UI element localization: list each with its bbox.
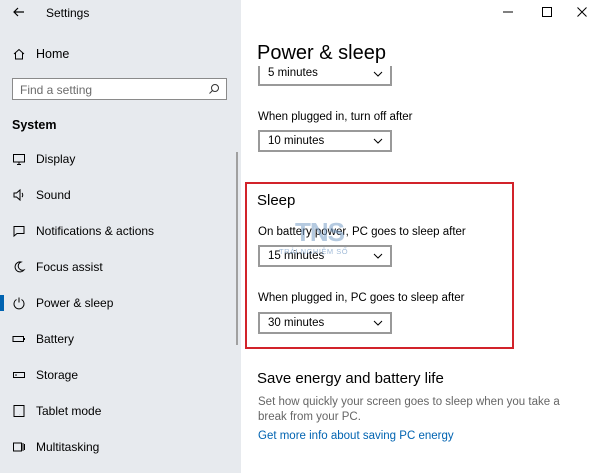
power-icon bbox=[13, 297, 25, 310]
search-placeholder: Find a setting bbox=[20, 83, 93, 97]
sidebar-item-focus-assist[interactable]: Focus assist bbox=[0, 255, 241, 279]
sidebar-item-display[interactable]: Display bbox=[0, 147, 241, 171]
sidebar-item-label: Sound bbox=[36, 188, 71, 202]
display-icon bbox=[13, 154, 25, 165]
sound-icon bbox=[13, 188, 24, 202]
watermark-small: TRẢI NGHIỆM SỐ bbox=[279, 247, 349, 256]
back-arrow-icon[interactable] bbox=[12, 5, 26, 19]
sidebar-item-multitasking[interactable]: Multitasking bbox=[0, 435, 241, 459]
dropdown-value: 5 minutes bbox=[268, 67, 318, 79]
maximize-icon[interactable] bbox=[539, 4, 555, 20]
screen-plugged-label: When plugged in, turn off after bbox=[258, 111, 413, 123]
sidebar-item-power-sleep[interactable]: Power & sleep bbox=[0, 291, 241, 315]
sidebar-item-label: Storage bbox=[36, 368, 79, 382]
sleep-plugged-dropdown[interactable]: 30 minutes bbox=[258, 312, 392, 334]
sidebar-item-sound[interactable]: Sound bbox=[0, 183, 241, 207]
sidebar-item-tablet-mode[interactable]: Tablet mode bbox=[0, 399, 241, 423]
notifications-icon bbox=[13, 226, 25, 238]
active-indicator bbox=[0, 295, 4, 311]
dropdown-value: 30 minutes bbox=[268, 317, 325, 329]
watermark-big: TNS bbox=[295, 217, 345, 247]
save-energy-heading: Save energy and battery life bbox=[257, 370, 444, 387]
section-heading: System bbox=[12, 118, 57, 132]
sidebar-item-label: Power & sleep bbox=[36, 296, 114, 310]
sidebar-item-home[interactable]: Home bbox=[0, 44, 241, 66]
sidebar-item-label: Notifications & actions bbox=[36, 224, 155, 238]
focus-assist-icon bbox=[14, 261, 26, 273]
sidebar-scrollbar[interactable] bbox=[236, 152, 238, 345]
page-title: Power & sleep bbox=[257, 42, 386, 64]
chevron-down-icon bbox=[373, 138, 383, 144]
close-icon[interactable] bbox=[574, 4, 590, 20]
home-icon bbox=[13, 48, 25, 60]
sleep-heading: Sleep bbox=[257, 192, 296, 209]
chevron-down-icon bbox=[373, 320, 383, 326]
search-input[interactable]: Find a setting bbox=[12, 78, 227, 100]
save-energy-description: Set how quickly your screen goes to slee… bbox=[258, 396, 560, 423]
sidebar: Settings Home Find a setting System Disp… bbox=[0, 0, 241, 473]
chevron-down-icon bbox=[373, 71, 383, 77]
sidebar-item-label: Home bbox=[36, 47, 70, 61]
sidebar-item-battery[interactable]: Battery bbox=[0, 327, 241, 351]
window-title: Settings bbox=[46, 6, 90, 20]
watermark-logo: TNS TRẢI NGHIỆM SỐ bbox=[277, 217, 387, 259]
screen-battery-dropdown[interactable]: 5 minutes bbox=[258, 66, 392, 86]
sidebar-item-label: Tablet mode bbox=[36, 404, 102, 418]
sidebar-item-label: Battery bbox=[36, 332, 75, 346]
sidebar-item-label: Focus assist bbox=[36, 260, 103, 274]
multitasking-icon bbox=[13, 442, 25, 452]
battery-icon bbox=[12, 336, 25, 342]
sidebar-item-label: Multitasking bbox=[36, 440, 100, 454]
main-content: Power & sleep 5 minutes When plugged in,… bbox=[241, 0, 600, 473]
tablet-mode-icon bbox=[13, 405, 25, 417]
storage-icon bbox=[13, 372, 25, 378]
sidebar-item-label: Display bbox=[36, 152, 76, 166]
minimize-icon[interactable] bbox=[500, 4, 516, 20]
search-icon[interactable] bbox=[208, 83, 220, 95]
dropdown-value: 10 minutes bbox=[268, 135, 325, 147]
sleep-plugged-label: When plugged in, PC goes to sleep after bbox=[258, 292, 465, 304]
more-info-link[interactable]: Get more info about saving PC energy bbox=[258, 430, 454, 442]
sidebar-item-notifications[interactable]: Notifications & actions bbox=[0, 219, 241, 243]
screen-plugged-dropdown[interactable]: 10 minutes bbox=[258, 130, 392, 152]
sidebar-item-storage[interactable]: Storage bbox=[0, 363, 241, 387]
